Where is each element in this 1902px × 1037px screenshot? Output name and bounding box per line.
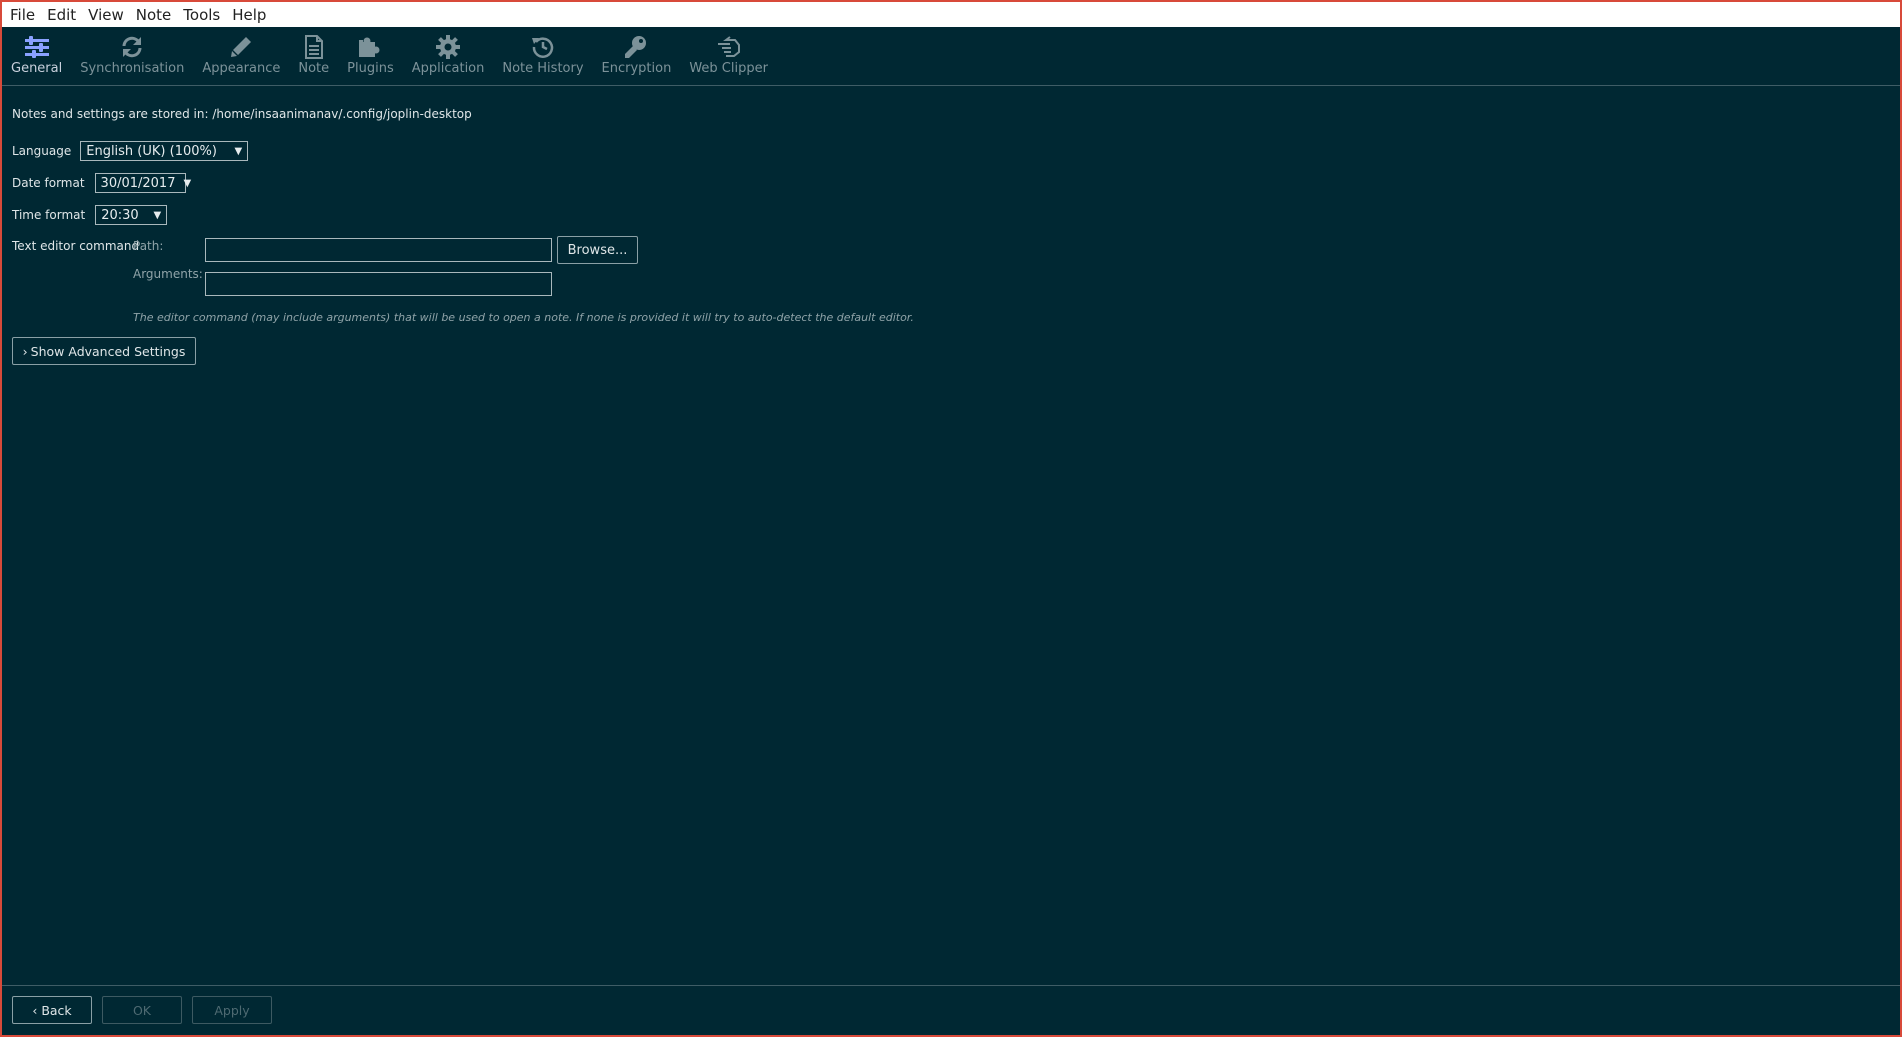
dropdown-arrow-icon: ▼ [234,145,243,157]
tab-label: Web Clipper [689,61,768,76]
tab-web-clipper[interactable]: Web Clipper [680,27,777,76]
tab-synchronisation[interactable]: Synchronisation [71,27,193,76]
dropdown-arrow-icon: ▼ [153,209,162,221]
window-frame [0,0,1902,1037]
back-button[interactable]: ‹ Back [12,996,92,1024]
history-icon [529,33,557,61]
settings-tabs: General Synchronisation Appearance Note [2,27,1900,86]
pencil-icon [227,33,255,61]
chevron-left-icon: ‹ [32,1002,38,1018]
chevron-right-icon: › [22,343,28,359]
date-format-select[interactable]: 30/01/2017 ▼ [94,173,191,193]
menu-note[interactable]: Note [132,6,180,24]
back-label: Back [41,1002,72,1018]
sync-icon [118,33,146,61]
tab-label: Synchronisation [80,61,185,76]
date-format-value: 30/01/2017 [100,175,176,191]
apply-button[interactable]: Apply [192,996,272,1024]
editor-hint: The editor command (may include argument… [133,311,914,324]
advanced-settings-label: Show Advanced Settings [30,343,186,359]
key-icon [622,33,650,61]
time-format-select[interactable]: 20:30 ▼ [95,205,168,225]
language-value: English (UK) (100%) [86,143,217,159]
arguments-label: Arguments: [133,267,203,281]
language-select[interactable]: English (UK) (100%) ▼ [80,141,249,161]
tab-plugins[interactable]: Plugins [338,27,403,76]
tab-label: Plugins [347,61,394,76]
tab-note-history[interactable]: Note History [493,27,592,76]
hand-pointer-icon [715,33,743,61]
tab-note[interactable]: Note [289,27,338,76]
tab-appearance[interactable]: Appearance [193,27,289,76]
time-format-value: 20:30 [101,207,139,223]
tab-label: Application [411,61,485,76]
date-format-label: Date format [12,176,85,190]
menu-help[interactable]: Help [228,6,274,24]
menu-file[interactable]: File [6,6,43,24]
menubar: File Edit View Note Tools Help [0,0,1902,27]
tab-general[interactable]: General [2,27,71,76]
text-editor-label: Text editor command [12,239,140,253]
browse-button[interactable]: Browse... [557,236,638,264]
path-label: Path: [133,239,164,253]
footer-divider [2,985,1900,986]
ok-button[interactable]: OK [102,996,182,1024]
tab-encryption[interactable]: Encryption [593,27,681,76]
tab-label: Note History [502,61,584,76]
sliders-icon [23,33,51,61]
puzzle-icon [356,33,384,61]
tab-label: Appearance [202,61,281,76]
tab-application[interactable]: Application [403,27,494,76]
document-icon [300,33,328,61]
language-label: Language [12,144,72,158]
storage-note: Notes and settings are stored in: /home/… [12,107,472,121]
tab-label: Encryption [601,61,672,76]
show-advanced-settings-button[interactable]: › Show Advanced Settings [12,337,196,365]
path-input[interactable] [205,238,552,262]
menu-edit[interactable]: Edit [43,6,84,24]
dropdown-arrow-icon: ▼ [183,177,192,189]
gear-icon [434,33,462,61]
tab-label: General [11,61,63,76]
menu-view[interactable]: View [84,6,132,24]
arguments-input[interactable] [205,272,552,296]
menu-tools[interactable]: Tools [179,6,228,24]
time-format-label: Time format [12,208,86,222]
tab-label: Note [298,61,330,76]
